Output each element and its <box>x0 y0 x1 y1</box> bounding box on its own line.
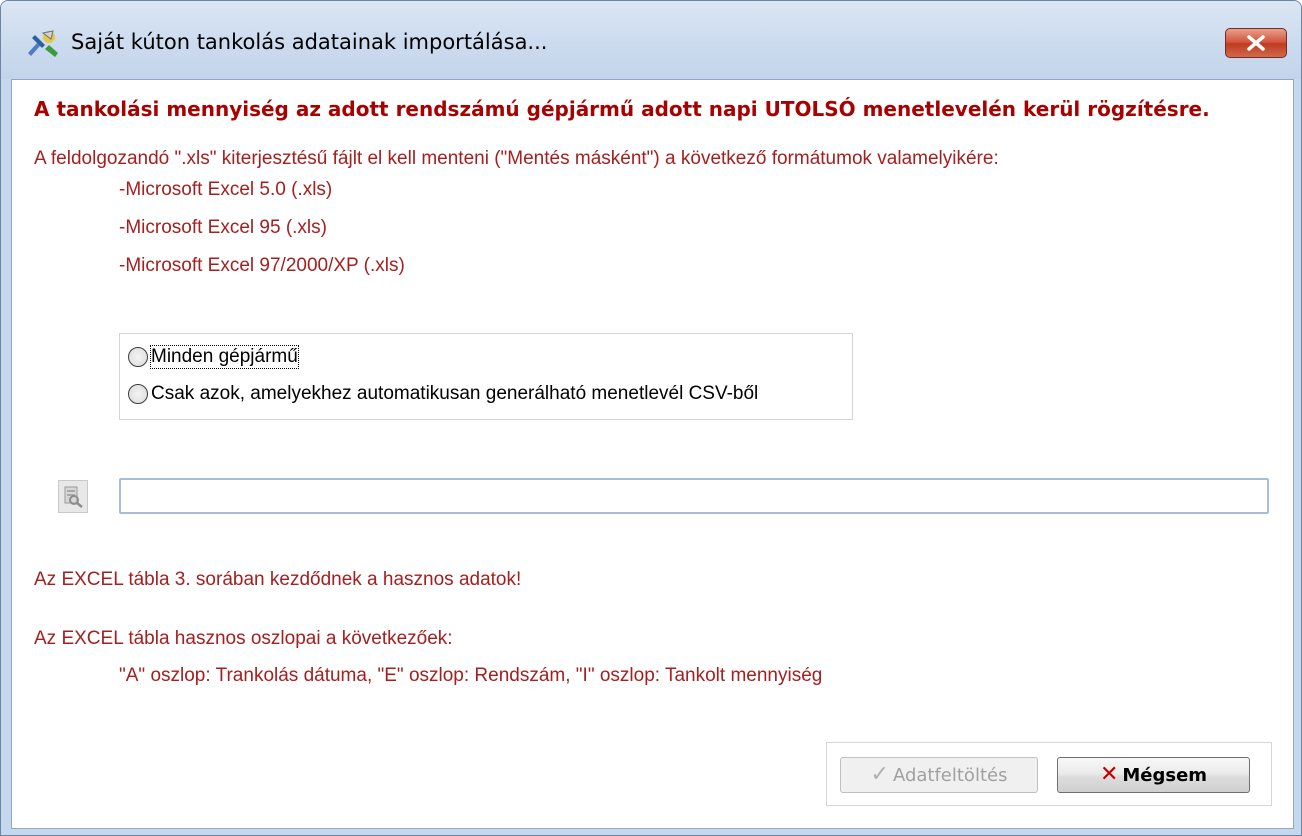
checkmark-icon: ✓ <box>870 762 889 787</box>
dialog-content: A tankolási mennyiség az adott rendszámú… <box>11 79 1294 829</box>
radio-csv-vehicles[interactable]: Csak azok, amelyekhez automatikusan gene… <box>128 383 758 405</box>
app-logo-icon <box>25 29 61 59</box>
radio-button[interactable] <box>128 384 148 404</box>
columns-info: "A" oszlop: Trankolás dátuma, "E" oszlop… <box>119 665 823 686</box>
cancel-button[interactable]: ✕ Mégsem <box>1057 757 1250 793</box>
x-icon: ✕ <box>1099 762 1119 787</box>
radio-all-vehicles[interactable]: Minden gépjármű <box>128 345 299 369</box>
window-title: Saját kúton tankolás adatainak importálá… <box>71 30 548 54</box>
format-item: -Microsoft Excel 5.0 (.xls) <box>119 179 333 200</box>
dialog-window: Saját kúton tankolás adatainak importálá… <box>0 0 1302 836</box>
start-row-info: Az EXCEL tábla 3. sorában kezdődnek a ha… <box>34 569 522 590</box>
file-browse-button[interactable] <box>58 480 88 513</box>
radio-csv-vehicles-label: Csak azok, amelyekhez automatikusan gene… <box>151 383 759 404</box>
close-button[interactable] <box>1225 28 1287 58</box>
notice-heading: A tankolási mennyiség az adott rendszámú… <box>34 97 1210 121</box>
cancel-button-label: Mégsem <box>1122 764 1208 786</box>
file-path-input[interactable] <box>119 478 1269 514</box>
button-group: ✓ Adatfeltöltés ✕ Mégsem <box>826 742 1272 806</box>
upload-button-label: Adatfeltöltés <box>892 764 1008 786</box>
close-icon <box>1247 35 1265 51</box>
radio-button[interactable] <box>128 347 148 367</box>
format-item: -Microsoft Excel 97/2000/XP (.xls) <box>119 255 405 276</box>
vehicle-filter-group: Minden gépjármű Csak azok, amelyekhez au… <box>119 333 853 420</box>
file-browse-icon <box>64 486 83 508</box>
format-instructions: A feldolgozandó ".xls" kiterjesztésű fáj… <box>34 148 999 169</box>
columns-info-title: Az EXCEL tábla hasznos oszlopai a követk… <box>34 628 453 649</box>
upload-button[interactable]: ✓ Adatfeltöltés <box>840 757 1038 793</box>
title-bar[interactable]: Saját kúton tankolás adatainak importálá… <box>1 1 1301 79</box>
format-item: -Microsoft Excel 95 (.xls) <box>119 217 327 238</box>
radio-all-vehicles-label: Minden gépjármű <box>150 345 299 369</box>
